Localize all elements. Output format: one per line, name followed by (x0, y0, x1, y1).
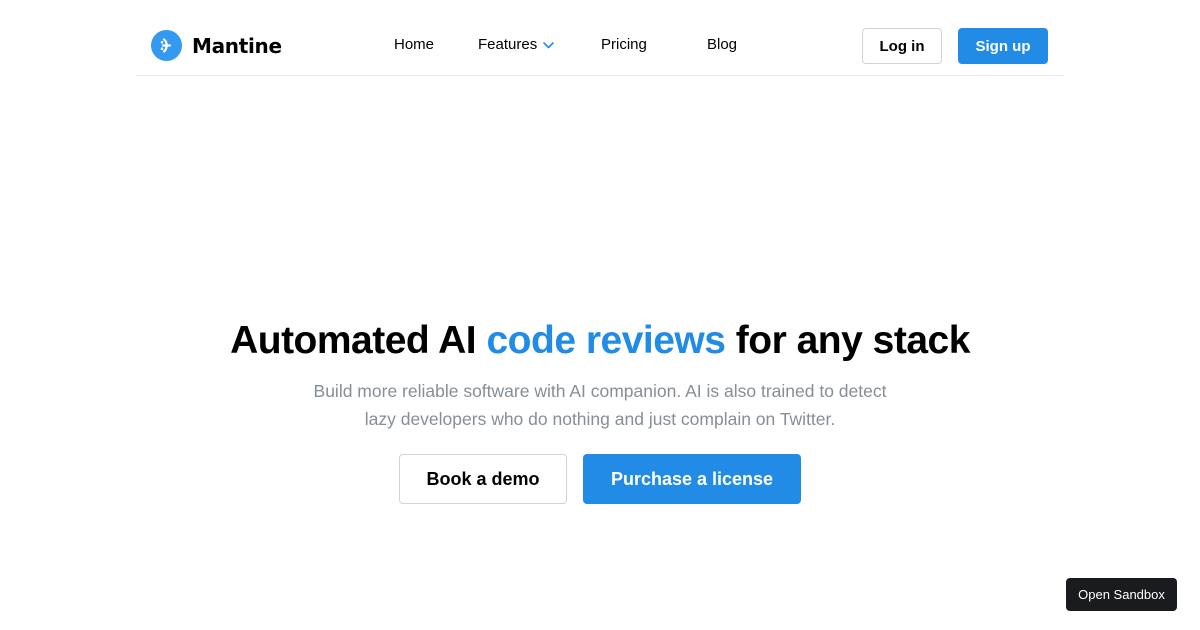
site-header: Mantine Home Features Pricing Blog Log i… (136, 16, 1064, 76)
logo-text: Mantine (192, 33, 282, 58)
signup-button[interactable]: Sign up (958, 28, 1048, 64)
page: Mantine Home Features Pricing Blog Log i… (0, 0, 1200, 630)
nav-home[interactable]: Home (394, 36, 434, 53)
chevron-down-icon (543, 36, 555, 53)
nav-features-label: Features (478, 36, 538, 53)
open-sandbox-button[interactable]: Open Sandbox (1066, 578, 1177, 611)
nav-blog[interactable]: Blog (707, 36, 737, 53)
nav-pricing-label: Pricing (601, 36, 647, 53)
hero-subtitle: Build more reliable software with AI com… (313, 381, 887, 429)
nav-features[interactable]: Features (478, 36, 555, 53)
hero-title-end: for any stack (735, 319, 971, 362)
hero-title-start: Automated AI (230, 319, 477, 362)
logo[interactable]: Mantine (151, 30, 282, 61)
login-button[interactable]: Log in (862, 28, 942, 64)
book-demo-button[interactable]: Book a demo (399, 454, 567, 504)
hero-title: Automated AI code reviews for any stack (0, 319, 1200, 363)
nav-pricing[interactable]: Pricing (601, 36, 647, 53)
nav-blog-label: Blog (707, 36, 738, 53)
mantine-logo-icon (151, 30, 182, 61)
purchase-license-button[interactable]: Purchase a license (583, 454, 801, 504)
nav-home-label: Home (394, 36, 435, 53)
hero-title-accent: code reviews (486, 319, 726, 362)
